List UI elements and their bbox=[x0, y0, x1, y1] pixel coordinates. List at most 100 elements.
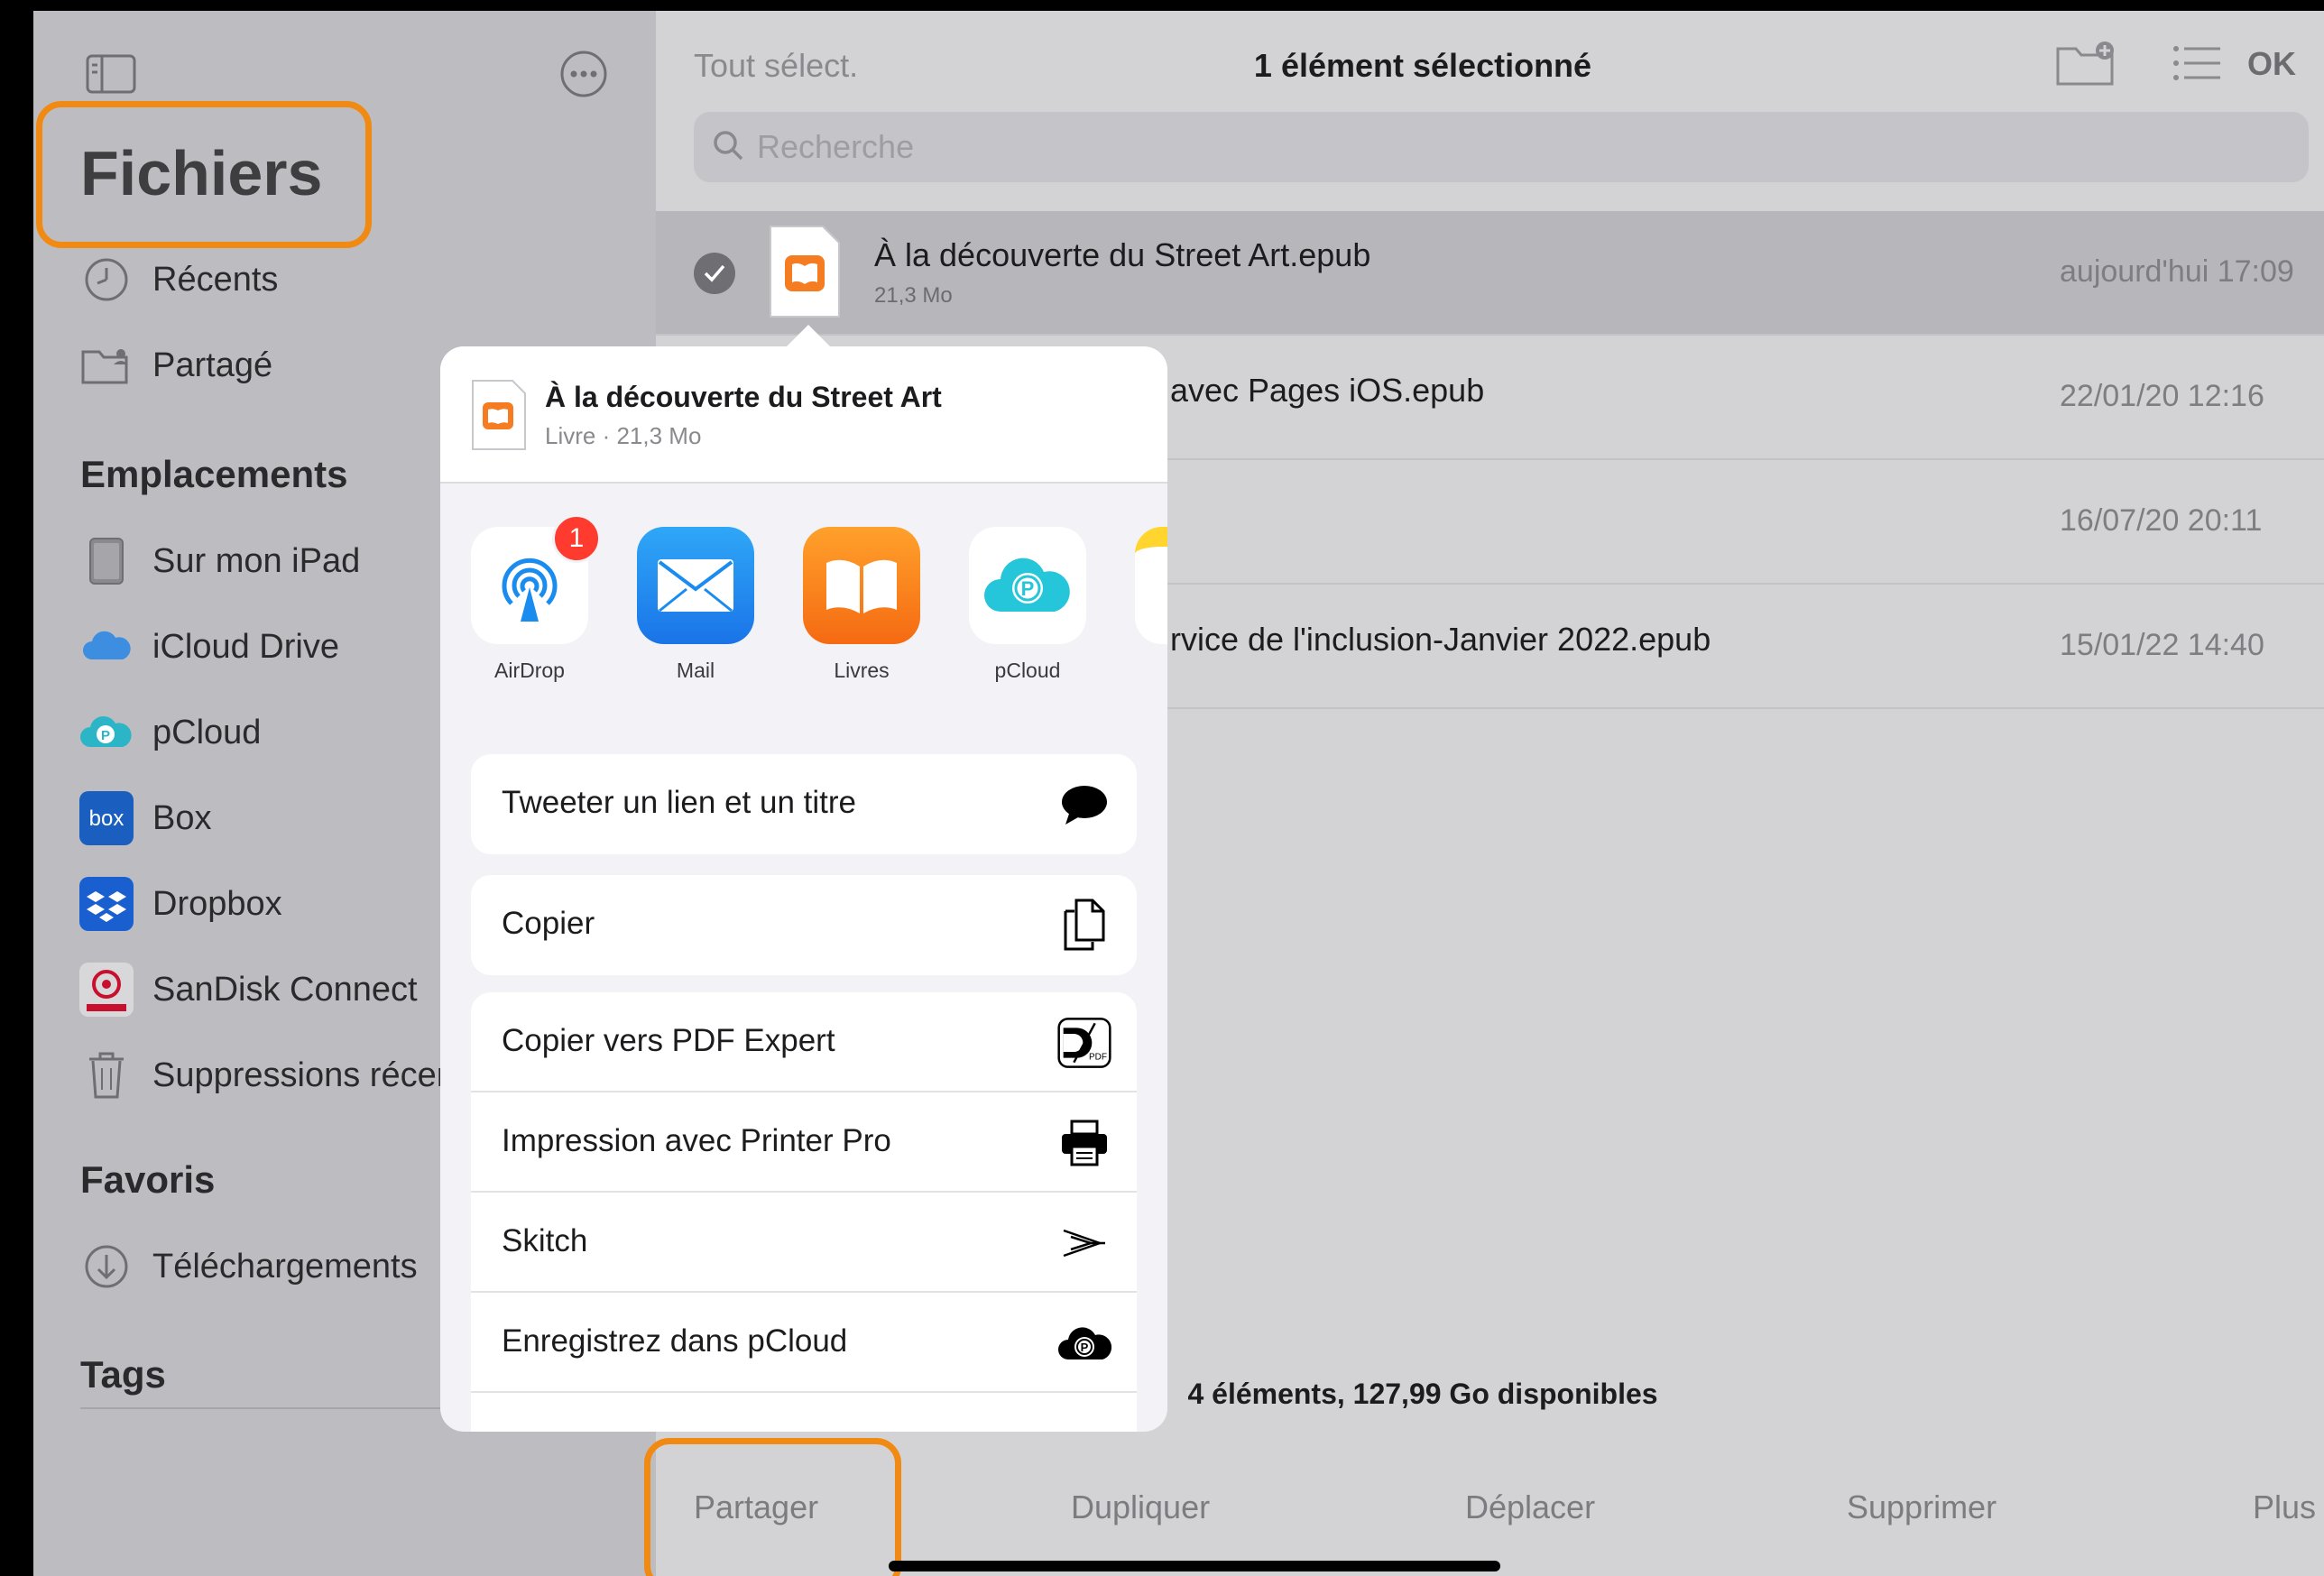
book-file-icon bbox=[471, 379, 527, 456]
favorites-header: Favoris bbox=[80, 1158, 216, 1201]
list-view-icon[interactable] bbox=[2172, 43, 2222, 88]
action-label: Tweeter un lien et un titre bbox=[502, 785, 856, 820]
action-copy[interactable]: Copier bbox=[471, 875, 1137, 975]
svg-text:P: P bbox=[1021, 577, 1035, 600]
share-file-subtitle: Livre · 21,3 Mo bbox=[545, 422, 702, 449]
svg-text:box: box bbox=[89, 806, 124, 831]
sidebar-item-box[interactable]: box Box bbox=[78, 782, 211, 854]
action-group-tweet: Tweeter un lien et un titre bbox=[471, 754, 1137, 854]
sidebar-item-label: Box bbox=[152, 798, 212, 837]
file-name: À la découverte du Street Art.epub bbox=[874, 236, 1371, 273]
action-label: Skitch bbox=[502, 1223, 588, 1258]
action-label: Enregistrez dans pCloud bbox=[502, 1323, 848, 1359]
sidebar-item-ipad[interactable]: Sur mon iPad bbox=[78, 525, 360, 597]
app-notes-partial[interactable] bbox=[1135, 527, 1167, 644]
app-label: Livres bbox=[834, 659, 890, 682]
app-books[interactable]: Livres bbox=[803, 527, 920, 683]
sidebar-item-label: Sur mon iPad bbox=[152, 541, 361, 580]
file-date: 16/07/20 20:11 bbox=[2060, 503, 2263, 538]
icloud-icon bbox=[78, 619, 134, 675]
sidebar-item-pcloud[interactable]: P pCloud bbox=[78, 696, 261, 769]
sidebar-item-label: Suppressions récer bbox=[152, 1055, 448, 1094]
app-mail[interactable]: Mail bbox=[637, 527, 754, 683]
app-label: pCloud bbox=[994, 659, 1061, 682]
sidebar-item-label: iCloud Drive bbox=[152, 627, 339, 666]
popover-arrow bbox=[785, 325, 832, 348]
action-copy-pdf-expert[interactable]: Copier vers PDF Expert PDF bbox=[471, 992, 1137, 1092]
sidebar-item-trash[interactable]: Suppressions récer bbox=[78, 1039, 447, 1111]
sidebar-toggle-icon[interactable] bbox=[84, 47, 138, 101]
sidebar-item-label: Dropbox bbox=[152, 884, 282, 923]
sidebar-title: Fichiers bbox=[80, 138, 323, 208]
action-print-printer-pro[interactable]: Impression avec Printer Pro bbox=[471, 1092, 1137, 1193]
dropbox-icon bbox=[78, 876, 134, 932]
ipad-icon bbox=[78, 533, 134, 589]
sidebar-item-downloads[interactable]: Téléchargements bbox=[78, 1230, 418, 1303]
app-label: AirDrop bbox=[494, 659, 565, 682]
action-group-copy: Copier bbox=[471, 875, 1137, 975]
checkmark-icon[interactable] bbox=[694, 253, 735, 294]
pcloud-icon: P bbox=[78, 705, 134, 760]
new-folder-icon[interactable] bbox=[2054, 38, 2117, 93]
action-save-pcloud[interactable]: Enregistrez dans pCloud P bbox=[471, 1293, 1137, 1393]
file-date: 22/01/20 12:16 bbox=[2060, 379, 2264, 413]
sidebar-item-dropbox[interactable]: Dropbox bbox=[78, 868, 282, 940]
pcloud-cloud-icon: P bbox=[1057, 1316, 1111, 1370]
notification-badge: 1 bbox=[552, 514, 601, 563]
app-pcloud[interactable]: P pCloud bbox=[969, 527, 1086, 683]
file-row[interactable]: À la découverte du Street Art.epub 21,3 … bbox=[656, 211, 2324, 336]
sandisk-icon bbox=[78, 962, 134, 1018]
trash-icon bbox=[78, 1047, 134, 1103]
sidebar-item-sandisk[interactable]: SanDisk Connect bbox=[78, 954, 418, 1026]
sidebar-item-icloud[interactable]: iCloud Drive bbox=[78, 611, 339, 683]
sidebar-item-label: Téléchargements bbox=[152, 1247, 418, 1286]
home-indicator bbox=[889, 1561, 1500, 1571]
file-name: avec Pages iOS.epub bbox=[1170, 372, 1485, 409]
selection-title: 1 élément sélectionné bbox=[1253, 47, 1592, 84]
duplicate-button[interactable]: Dupliquer bbox=[1071, 1488, 1210, 1526]
file-date: aujourd'hui 17:09 bbox=[2060, 254, 2294, 289]
sidebar-item-shared[interactable]: Partagé bbox=[78, 329, 272, 401]
share-button[interactable]: Partager bbox=[694, 1488, 818, 1526]
sidebar-item-recents[interactable]: Récents bbox=[78, 244, 278, 316]
delete-button[interactable]: Supprimer bbox=[1847, 1488, 1997, 1526]
action-more-partial[interactable] bbox=[471, 1393, 1137, 1432]
svg-text:P: P bbox=[1081, 1341, 1089, 1354]
file-size: 21,3 Mo bbox=[874, 283, 953, 308]
svg-text:P: P bbox=[101, 728, 110, 743]
file-date: 15/01/22 14:40 bbox=[2060, 628, 2264, 662]
speech-bubble-icon bbox=[1057, 778, 1111, 832]
search-placeholder: Recherche bbox=[757, 128, 915, 165]
share-sheet: À la découverte du Street Art Livre · 21… bbox=[440, 346, 1167, 1432]
clock-icon bbox=[78, 252, 134, 308]
notes-icon bbox=[1135, 527, 1167, 644]
pdf-expert-icon: PDF bbox=[1057, 1016, 1111, 1070]
app-airdrop[interactable]: 1 AirDrop bbox=[471, 514, 601, 683]
download-icon bbox=[78, 1239, 134, 1295]
more-button[interactable]: Plus bbox=[2253, 1488, 2316, 1526]
action-group-extensions: Copier vers PDF Expert PDF Impression av… bbox=[471, 992, 1137, 1432]
books-icon bbox=[803, 527, 920, 644]
more-options-icon[interactable] bbox=[557, 47, 611, 101]
search-field[interactable]: Recherche bbox=[694, 112, 2309, 182]
ok-button[interactable]: OK bbox=[2247, 45, 2296, 83]
app-label: Mail bbox=[676, 659, 715, 682]
copy-icon bbox=[1057, 899, 1111, 953]
sidebar-item-label: SanDisk Connect bbox=[152, 970, 418, 1009]
share-sheet-header: À la découverte du Street Art Livre · 21… bbox=[440, 346, 1167, 484]
action-label: Copier bbox=[502, 906, 595, 941]
search-icon bbox=[712, 129, 744, 166]
epub-file-icon bbox=[769, 225, 841, 323]
mail-icon bbox=[637, 527, 754, 644]
action-tweet[interactable]: Tweeter un lien et un titre bbox=[471, 754, 1137, 854]
move-button[interactable]: Déplacer bbox=[1465, 1488, 1595, 1526]
action-skitch[interactable]: Skitch bbox=[471, 1193, 1137, 1293]
shared-folder-icon bbox=[78, 337, 134, 393]
pcloud-icon: P bbox=[969, 527, 1086, 644]
share-apps-row: 1 AirDrop Mail Livres P pCloud bbox=[440, 491, 1167, 698]
file-name: rvice de l'inclusion-Janvier 2022.epub bbox=[1170, 621, 1711, 658]
action-label: Impression avec Printer Pro bbox=[502, 1123, 891, 1158]
share-file-title: À la découverte du Street Art bbox=[545, 381, 942, 413]
svg-text:PDF: PDF bbox=[1089, 1052, 1107, 1062]
sidebar-item-label: pCloud bbox=[152, 713, 262, 751]
